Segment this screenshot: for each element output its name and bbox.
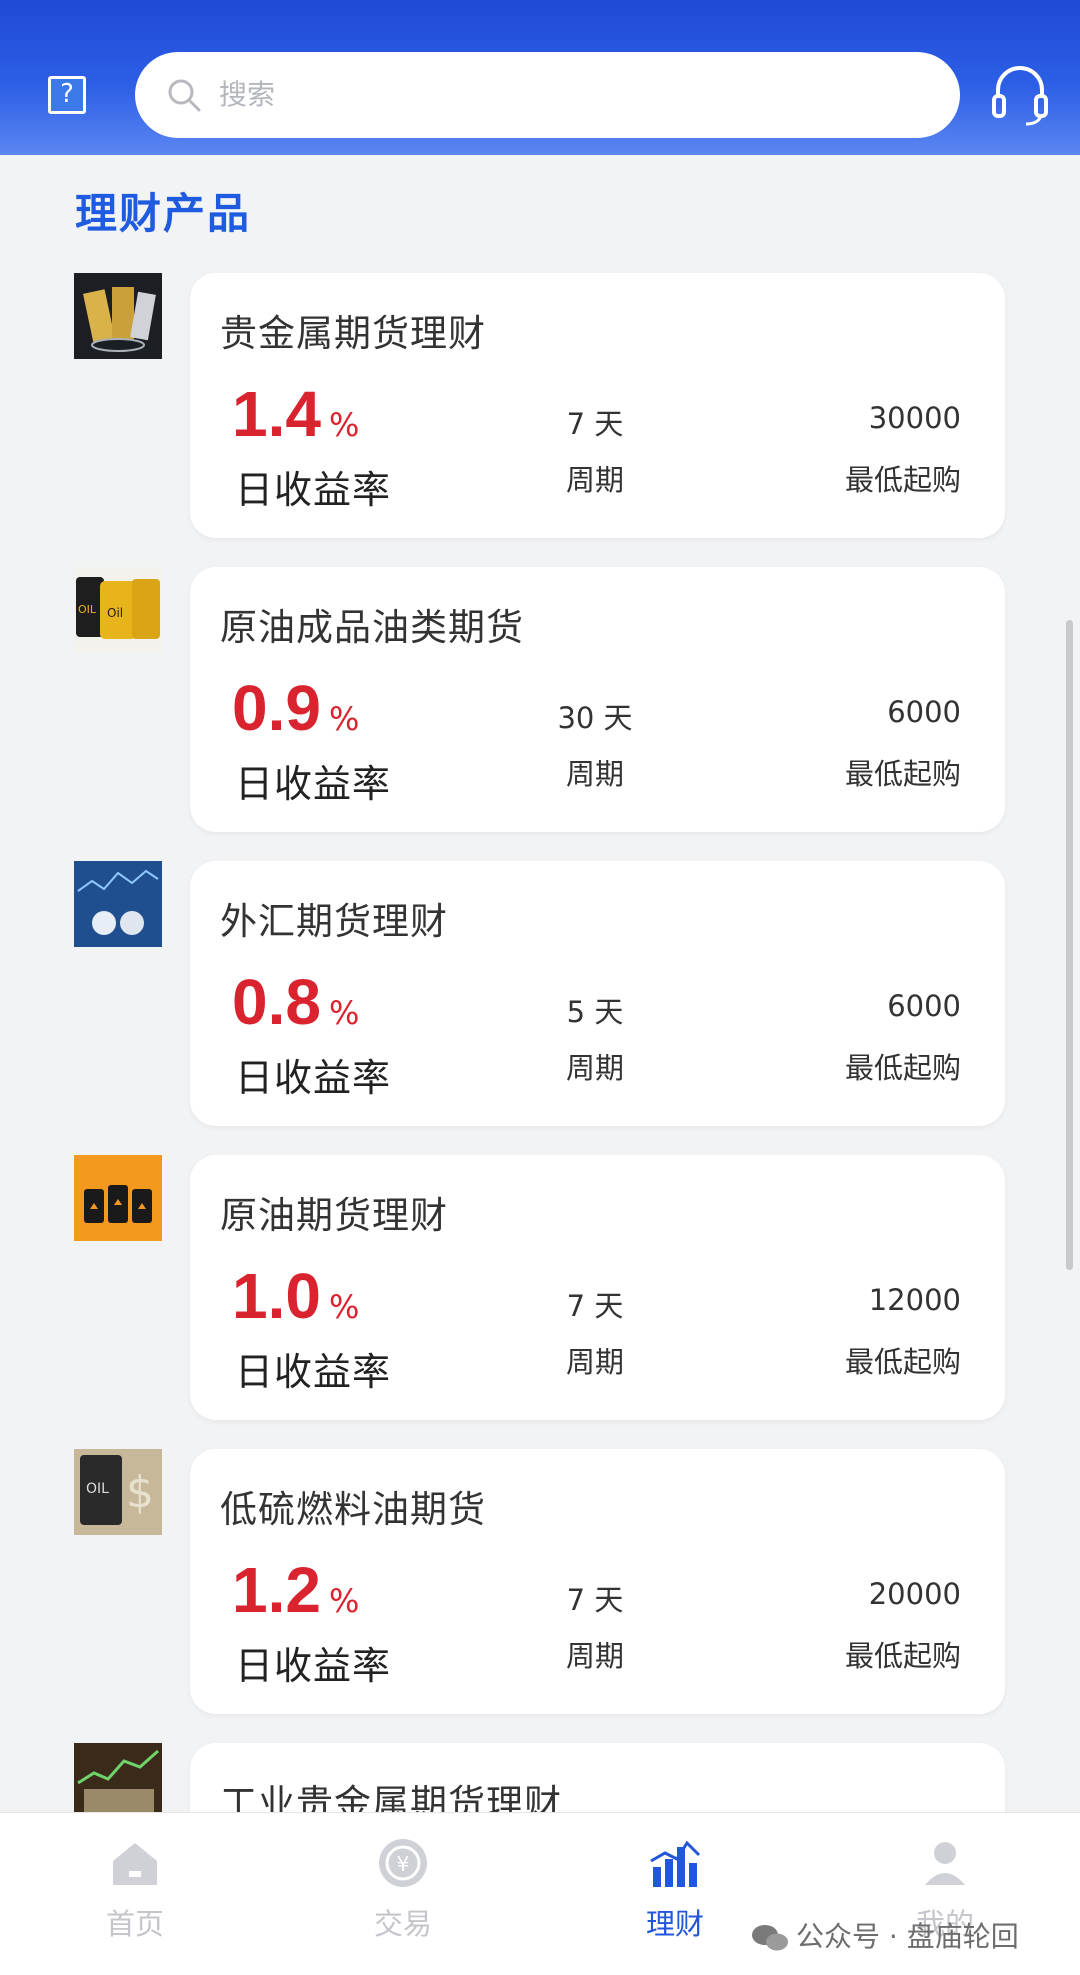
period-label: 周期 <box>565 757 624 791</box>
svg-text:Oil: Oil <box>107 606 123 620</box>
watermark-text: 公众号 · 盘庙轮回 <box>796 1920 1019 1953</box>
rate-value: 1.2 <box>232 1554 321 1626</box>
min-purchase-value: 6000 <box>887 989 961 1023</box>
min-purchase-label: 最低起购 <box>844 463 961 497</box>
rate-unit: % <box>328 1582 360 1620</box>
nav-item-home[interactable]: 首页 <box>35 1813 235 1975</box>
oil-barrels-thumb: Oil OIL <box>74 567 162 653</box>
min-purchase-label: 最低起购 <box>844 1345 961 1379</box>
question-square-icon: ? <box>60 79 74 109</box>
rate-label: 日收益率 <box>235 1350 392 1394</box>
search-input[interactable]: 搜索 <box>135 52 960 138</box>
yuan-coin-icon: ¥ <box>379 1839 427 1887</box>
product-card[interactable]: 原油成品油类期货 0.9% 日收益率 30 天 周期 6000 最低起购 <box>190 567 1005 832</box>
rate-value: 1.4 <box>232 378 321 450</box>
daily-rate: 1.4% <box>232 377 359 451</box>
min-purchase-label: 最低起购 <box>844 1639 961 1673</box>
min-purchase-label: 最低起购 <box>844 757 961 791</box>
rate-value: 1.0 <box>232 1260 321 1332</box>
svg-text:$: $ <box>126 1467 154 1518</box>
forex-thumb <box>74 861 162 947</box>
product-card[interactable]: 外汇期货理财 0.8% 日收益率 5 天 周期 6000 最低起购 <box>190 861 1005 1126</box>
headset-icon[interactable] <box>990 62 1050 126</box>
chart-icon <box>650 1840 701 1887</box>
product-card[interactable]: 低硫燃料油期货 1.2% 日收益率 7 天 周期 20000 最低起购 <box>190 1449 1005 1714</box>
user-icon <box>925 1842 965 1885</box>
svg-text:OIL: OIL <box>86 1481 109 1497</box>
search-icon <box>168 79 201 112</box>
rate-unit: % <box>328 406 360 444</box>
product-name: 贵金属期货理财 <box>220 312 486 355</box>
section-title: 理财产品 <box>75 189 252 238</box>
min-purchase-value: 30000 <box>868 401 961 435</box>
nav-label: 交易 <box>373 1907 432 1941</box>
wechat-icon <box>752 1925 788 1951</box>
product-name: 低硫燃料油期货 <box>220 1488 486 1531</box>
help-button[interactable]: ? <box>48 76 86 114</box>
rate-label: 日收益率 <box>235 762 392 806</box>
scrollbar[interactable] <box>1066 620 1073 1270</box>
daily-rate: 0.8% <box>232 965 359 1039</box>
period-value: 7 天 <box>566 407 624 441</box>
search-placeholder: 搜索 <box>219 78 276 111</box>
nav-item-trade[interactable]: ¥ 交易 <box>303 1813 503 1975</box>
min-purchase-label: 最低起购 <box>844 1051 961 1085</box>
period-label: 周期 <box>565 1051 624 1085</box>
rate-unit: % <box>328 700 360 738</box>
rate-value: 0.9 <box>232 672 321 744</box>
product-name: 外汇期货理财 <box>220 900 448 943</box>
gold-bars-thumb <box>74 273 162 359</box>
product-name: 原油成品油类期货 <box>220 606 524 649</box>
svg-text:¥: ¥ <box>397 1852 410 1876</box>
min-purchase-value: 12000 <box>868 1283 961 1317</box>
period-value: 7 天 <box>566 1583 624 1617</box>
period-value: 30 天 <box>557 701 633 735</box>
nav-label: 首页 <box>105 1907 164 1941</box>
period-label: 周期 <box>565 463 624 497</box>
rate-unit: % <box>328 1288 360 1326</box>
oil-drums-thumb <box>74 1155 162 1241</box>
period-value: 5 天 <box>566 995 624 1029</box>
min-purchase-value: 20000 <box>868 1577 961 1611</box>
watermark: 公众号 · 盘庙轮回 <box>750 1915 1019 1955</box>
product-card[interactable]: 原油期货理财 1.0% 日收益率 7 天 周期 12000 最低起购 <box>190 1155 1005 1420</box>
top-bar: ? 搜索 <box>0 0 1080 155</box>
rate-label: 日收益率 <box>235 468 392 512</box>
period-label: 周期 <box>565 1639 624 1673</box>
home-icon <box>113 1843 157 1885</box>
rate-unit: % <box>328 994 360 1032</box>
product-name: 原油期货理财 <box>220 1194 448 1237</box>
daily-rate: 0.9% <box>232 671 359 745</box>
product-card[interactable]: 贵金属期货理财 1.4% 日收益率 7 天 周期 30000 最低起购 <box>190 273 1005 538</box>
daily-rate: 1.0% <box>232 1259 359 1333</box>
period-value: 7 天 <box>566 1289 624 1323</box>
min-purchase-value: 6000 <box>887 695 961 729</box>
daily-rate: 1.2% <box>232 1553 359 1627</box>
period-label: 周期 <box>565 1345 624 1379</box>
svg-text:OIL: OIL <box>78 603 97 616</box>
oil-dollar-thumb: OIL $ <box>74 1449 162 1535</box>
rate-label: 日收益率 <box>235 1056 392 1100</box>
nav-label: 理财 <box>645 1907 704 1941</box>
rate-value: 0.8 <box>232 966 321 1038</box>
rate-label: 日收益率 <box>235 1644 392 1688</box>
nav-item-finance[interactable]: 理财 <box>575 1813 775 1975</box>
